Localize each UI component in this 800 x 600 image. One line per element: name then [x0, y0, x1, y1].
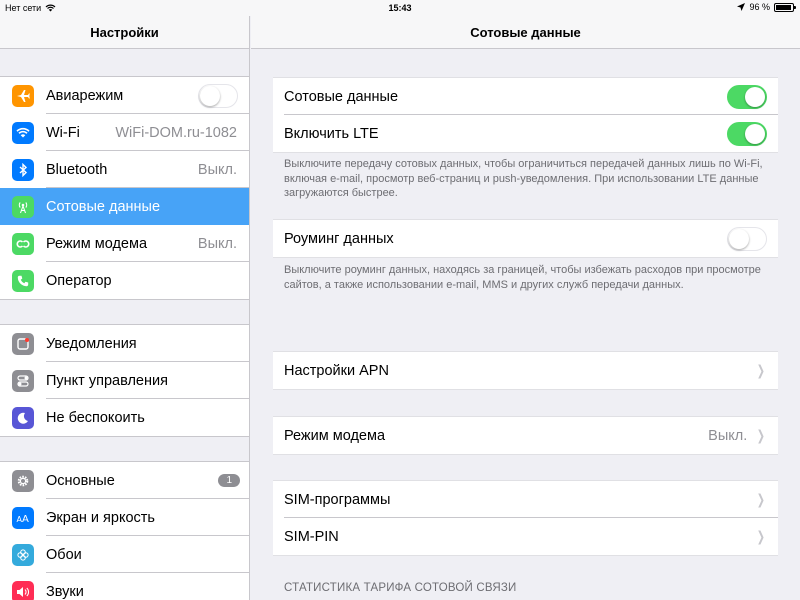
sidebar-nav-bar: Настройки: [0, 16, 249, 49]
update-badge: 1: [218, 474, 240, 487]
chevron-right-icon: ❯: [757, 362, 766, 378]
battery-percent: 96 %: [749, 2, 770, 12]
sidebar-item-label: Bluetooth: [46, 161, 108, 178]
sidebar-item-wallpaper[interactable]: Обои: [0, 536, 249, 573]
sidebar-item-label: Основные: [46, 472, 115, 489]
cellular-detail-pane: Сотовые данные Сотовые данные Включить L…: [251, 0, 800, 600]
apn-settings-label: Настройки APN: [284, 362, 389, 379]
roaming-group: Роуминг данных: [273, 219, 778, 258]
sidebar-item-wifi[interactable]: Wi-Fi WiFi-DOM.ru-1082: [0, 114, 249, 151]
lte-label: Включить LTE: [284, 125, 379, 142]
sidebar-item-label: Уведомления: [46, 335, 137, 352]
control-center-icon: [12, 369, 34, 392]
sim-pin-label: SIM-PIN: [284, 528, 339, 545]
usage-section-header: СТАТИСТИКА ТАРИФА СОТОВОЙ СВЯЗИ: [284, 582, 517, 594]
sim-pin-row[interactable]: SIM-PIN ❯: [273, 518, 778, 555]
airplane-icon: [12, 84, 34, 107]
sidebar-item-notifications[interactable]: Уведомления: [0, 325, 249, 362]
roaming-footnote: Выключите роуминг данных, находясь за гр…: [284, 264, 761, 291]
cellular-toggles-group: Сотовые данные Включить LTE: [273, 77, 778, 153]
lte-toggle[interactable]: [727, 121, 767, 146]
sidebar-item-label: Пункт управления: [46, 372, 168, 389]
sidebar-item-general[interactable]: Основные 1: [0, 462, 249, 499]
sidebar-item-label: Авиарежим: [46, 87, 124, 104]
hotspot-status: Выкл.: [197, 235, 237, 252]
bluetooth-status: Выкл.: [197, 161, 237, 178]
detail-nav-bar: Сотовые данные: [251, 16, 800, 49]
cellular-footnote: Выключите передачу сотовых данных, чтобы…: [284, 158, 763, 199]
sidebar-item-do-not-disturb[interactable]: Не беспокоить: [0, 399, 249, 436]
cellular-icon: [12, 195, 34, 218]
status-time: 15:43: [388, 3, 412, 13]
sidebar-group-system: Уведомления Пункт управления Не беспокои…: [0, 324, 249, 437]
sidebar-item-control-center[interactable]: Пункт управления: [0, 362, 249, 399]
apn-group: Настройки APN ❯: [273, 351, 778, 390]
bluetooth-icon: [12, 158, 34, 181]
sidebar-item-label: Режим модема: [46, 235, 148, 252]
notifications-icon: [12, 332, 34, 355]
wallpaper-icon: [12, 543, 34, 566]
sim-apps-row[interactable]: SIM-программы ❯: [273, 481, 778, 518]
sidebar-item-bluetooth[interactable]: Bluetooth Выкл.: [0, 151, 249, 188]
cellular-data-toggle[interactable]: [727, 84, 767, 109]
sidebar-item-carrier[interactable]: Оператор: [0, 262, 249, 299]
sidebar-item-airplane: Авиарежим: [0, 77, 249, 114]
chevron-right-icon: ❯: [757, 528, 766, 544]
sim-group: SIM-программы ❯ SIM-PIN ❯: [273, 480, 778, 556]
hotspot-group: Режим модема Выкл. ❯: [273, 416, 778, 455]
sidebar-group-connectivity: Авиарежим Wi-Fi WiFi-DOM.ru-1082 Bluetoo…: [0, 76, 249, 300]
wifi-network-name: WiFi-DOM.ru-1082: [115, 124, 237, 141]
cellular-data-label: Сотовые данные: [284, 88, 399, 105]
location-arrow-icon: [737, 3, 746, 11]
cellular-data-row: Сотовые данные: [273, 78, 778, 115]
status-bar: Нет сети 15:43 96 %: [0, 0, 800, 16]
sidebar-item-label: Обои: [46, 546, 82, 563]
hotspot-icon: [12, 232, 34, 255]
display-icon: AA: [12, 506, 34, 529]
page-title: Сотовые данные: [470, 24, 581, 40]
gear-icon: [12, 469, 34, 492]
wifi-icon: [12, 121, 34, 144]
phone-icon: [12, 269, 34, 292]
sidebar-item-label: Сотовые данные: [46, 198, 161, 215]
hotspot-value: Выкл.: [708, 427, 748, 444]
roaming-label: Роуминг данных: [284, 230, 394, 247]
sidebar-item-cellular[interactable]: Сотовые данные: [0, 188, 249, 225]
sidebar-item-label: Оператор: [46, 272, 112, 289]
sidebar-item-label: Не беспокоить: [46, 409, 145, 426]
sidebar-item-label: Звуки: [46, 583, 84, 600]
sounds-icon: [12, 580, 34, 600]
airplane-toggle[interactable]: [198, 83, 238, 108]
hotspot-label: Режим модема: [284, 427, 386, 444]
sidebar-group-general: Основные 1 AA Экран и яркость Обои Звуки: [0, 461, 249, 600]
hotspot-row[interactable]: Режим модема Выкл. ❯: [273, 417, 778, 454]
battery-icon: [774, 2, 796, 12]
sim-apps-label: SIM-программы: [284, 491, 391, 508]
lte-row: Включить LTE: [273, 115, 778, 152]
settings-sidebar: Настройки Авиарежим Wi-Fi WiFi-DOM.ru-10…: [0, 0, 250, 600]
sidebar-item-label: Экран и яркость: [46, 509, 155, 526]
roaming-toggle[interactable]: [727, 226, 767, 251]
sidebar-title: Настройки: [90, 24, 159, 40]
chevron-right-icon: ❯: [757, 427, 766, 443]
roaming-row: Роуминг данных: [273, 220, 778, 257]
sidebar-item-sounds[interactable]: Звуки: [0, 573, 249, 600]
chevron-right-icon: ❯: [757, 491, 766, 507]
moon-icon: [12, 406, 34, 429]
sidebar-item-display[interactable]: AA Экран и яркость: [0, 499, 249, 536]
sidebar-item-label: Wi-Fi: [46, 124, 80, 141]
apn-settings-row[interactable]: Настройки APN ❯: [273, 352, 778, 389]
svg-text:A: A: [22, 514, 29, 524]
sidebar-item-hotspot[interactable]: Режим модема Выкл.: [0, 225, 249, 262]
